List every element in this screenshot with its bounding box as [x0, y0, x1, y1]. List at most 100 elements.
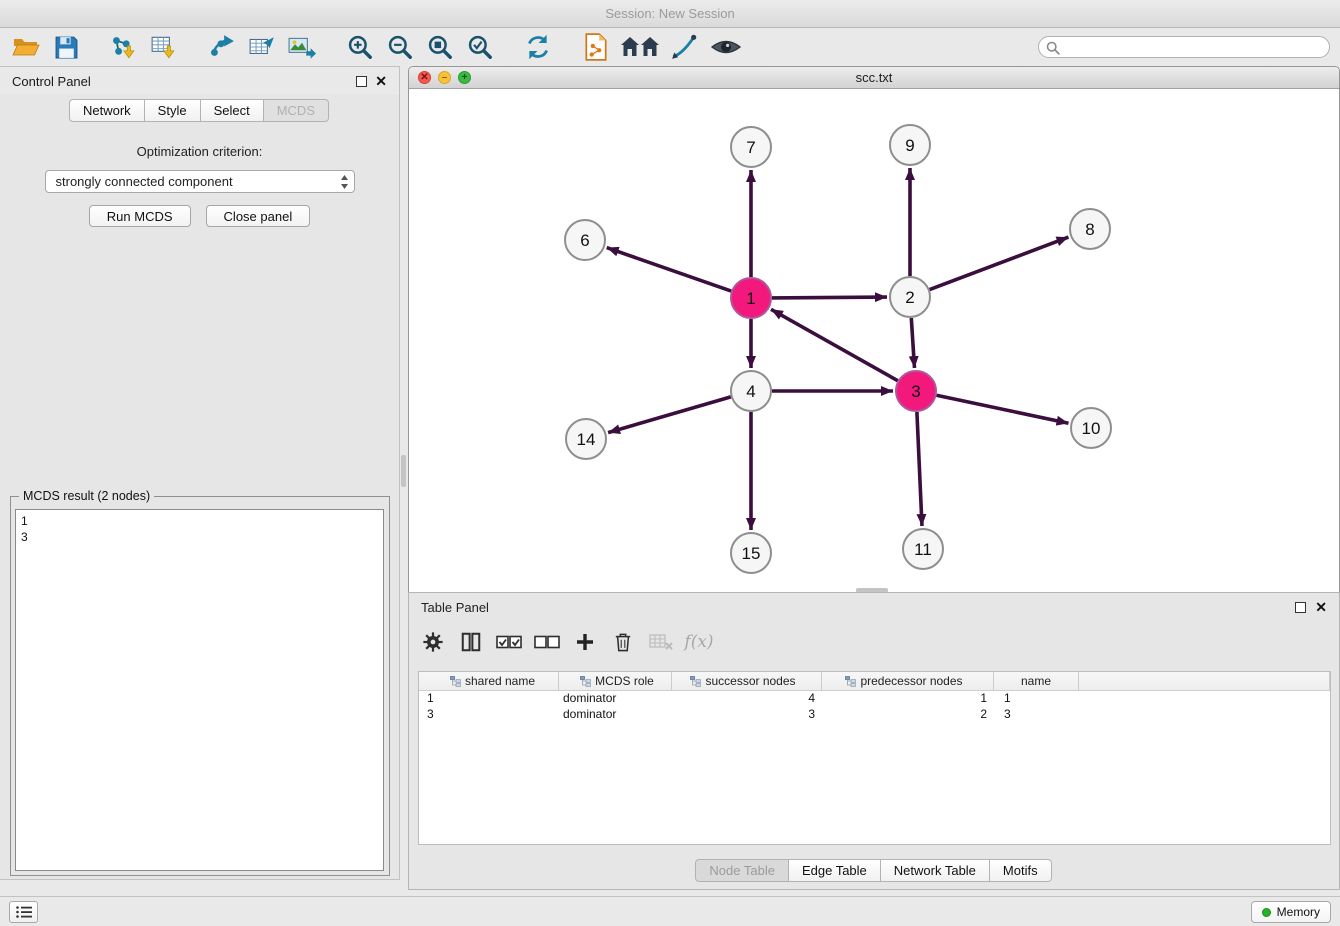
zoom-in-icon[interactable]	[344, 31, 376, 63]
tab-motifs[interactable]: Motifs	[989, 859, 1052, 882]
control-panel-close-icon[interactable]: ✕	[375, 76, 387, 87]
apply-style-icon[interactable]	[668, 31, 700, 63]
attribute-icon	[580, 676, 591, 687]
column-header-filler	[1079, 672, 1330, 690]
graph-node-7[interactable]: 7	[731, 127, 771, 167]
export-image-icon[interactable]	[286, 31, 318, 63]
delete-table-icon-disabled[interactable]	[647, 628, 675, 656]
show-hide-icon[interactable]	[708, 31, 744, 63]
table-panel-float-icon[interactable]	[1295, 602, 1306, 613]
export-table-icon[interactable]	[246, 31, 278, 63]
checked-boxes-glyph	[496, 634, 522, 650]
export-network-icon[interactable]	[206, 31, 238, 63]
column-label: successor nodes	[705, 674, 795, 688]
graph-node-8[interactable]: 8	[1070, 209, 1110, 249]
refresh-icon[interactable]	[522, 31, 554, 63]
import-network-icon[interactable]	[108, 31, 140, 63]
criterion-dropdown[interactable]: strongly connected component	[45, 170, 355, 193]
graph-node-15[interactable]: 15	[731, 533, 771, 573]
show-columns-icon[interactable]	[457, 628, 485, 656]
graph-edge-2-3[interactable]	[911, 318, 914, 368]
vertical-splitter-handle[interactable]	[401, 455, 406, 487]
memory-button[interactable]: Memory	[1251, 901, 1331, 923]
graph-node-1[interactable]: 1	[731, 278, 771, 318]
graph-edge-2-8[interactable]	[930, 237, 1069, 290]
zoom-fit-glyph	[426, 33, 454, 61]
graph-node-14[interactable]: 14	[566, 419, 606, 459]
table-row[interactable]: 3 dominator 3 2 3	[419, 707, 1330, 723]
zoom-out-icon[interactable]	[384, 31, 416, 63]
delete-column-icon[interactable]	[609, 628, 637, 656]
table-row[interactable]: 1 dominator 4 1 1	[419, 691, 1330, 707]
zoom-selected-glyph	[466, 33, 494, 61]
graph-edge-1-6[interactable]	[607, 248, 732, 292]
tab-select[interactable]: Select	[200, 99, 264, 122]
gear-glyph	[422, 631, 444, 653]
import-network-glyph	[110, 33, 138, 61]
save-glyph	[54, 35, 79, 60]
open-folder-glyph	[12, 34, 40, 60]
control-panel-float-icon[interactable]	[356, 76, 367, 87]
task-history-button[interactable]	[9, 901, 38, 923]
graph-node-10[interactable]: 10	[1071, 408, 1111, 448]
graph-node-label: 6	[580, 231, 589, 250]
zoom-in-glyph	[346, 33, 374, 61]
graph-node-11[interactable]: 11	[903, 529, 943, 569]
open-folder-icon[interactable]	[10, 31, 42, 63]
table-toolbar: f(x)	[409, 621, 1339, 663]
unselect-all-icon[interactable]	[533, 628, 561, 656]
status-bar: Memory	[0, 896, 1340, 926]
search-icon	[1046, 41, 1060, 55]
close-panel-button[interactable]: Close panel	[206, 205, 311, 227]
graph-node-3[interactable]: 3	[896, 371, 936, 411]
graph-edge-3-1[interactable]	[771, 309, 898, 380]
table-panel-title: Table Panel	[421, 600, 489, 615]
table-settings-icon[interactable]	[419, 628, 447, 656]
import-table-icon[interactable]	[148, 31, 180, 63]
zoom-fit-icon[interactable]	[424, 31, 456, 63]
column-header-successor-nodes[interactable]: successor nodes	[672, 672, 822, 690]
column-header-shared-name[interactable]: shared name	[419, 672, 559, 690]
cell-predecessor-nodes: 1	[822, 691, 994, 707]
tab-edge-table[interactable]: Edge Table	[788, 859, 881, 882]
graph-node-4[interactable]: 4	[731, 371, 771, 411]
tab-network-table[interactable]: Network Table	[880, 859, 990, 882]
table-panel-close-icon[interactable]: ✕	[1315, 602, 1327, 613]
graph-node-2[interactable]: 2	[890, 277, 930, 317]
column-header-name[interactable]: name	[994, 672, 1079, 690]
tab-network[interactable]: Network	[69, 99, 145, 122]
mcds-result-value: 1	[21, 513, 378, 529]
clipboard-network-icon[interactable]	[580, 31, 612, 63]
network-close-icon[interactable]: ✕	[418, 71, 431, 84]
network-graph[interactable]: 7 9 6 8 1 2 4 3 14 10 15 11	[409, 89, 1339, 592]
zoom-selected-icon[interactable]	[464, 31, 496, 63]
column-header-predecessor-nodes[interactable]: predecessor nodes	[822, 672, 994, 690]
network-minimize-icon[interactable]: –	[438, 71, 451, 84]
save-session-icon[interactable]	[50, 31, 82, 63]
graph-node-label: 4	[746, 382, 755, 401]
search-box	[1038, 36, 1330, 58]
export-image-glyph	[288, 33, 316, 61]
graph-node-label: 8	[1085, 220, 1094, 239]
home-network-icon[interactable]	[620, 31, 660, 63]
table-panel-tabs: Node Table Edge Table Network Table Moti…	[409, 859, 1339, 882]
graph-edge-4-14[interactable]	[608, 397, 731, 433]
select-all-icon[interactable]	[495, 628, 523, 656]
add-column-icon[interactable]	[571, 628, 599, 656]
network-zoom-icon[interactable]: +	[458, 71, 471, 84]
tab-node-table[interactable]: Node Table	[695, 859, 789, 882]
graph-edge-3-10[interactable]	[937, 395, 1069, 423]
tab-style[interactable]: Style	[144, 99, 201, 122]
clipboard-network-glyph	[583, 33, 609, 61]
graph-edge-3-11[interactable]	[917, 412, 922, 526]
column-header-mcds-role[interactable]: MCDS role	[559, 672, 672, 690]
function-builder-icon[interactable]: f(x)	[685, 628, 713, 656]
graph-edge-1-2[interactable]	[772, 297, 887, 298]
search-input[interactable]	[1039, 37, 1329, 57]
run-mcds-button[interactable]: Run MCDS	[89, 205, 191, 227]
graph-node-9[interactable]: 9	[890, 125, 930, 165]
column-label: predecessor nodes	[860, 674, 962, 688]
graph-node-6[interactable]: 6	[565, 220, 605, 260]
tab-mcds[interactable]: MCDS	[263, 99, 329, 122]
attribute-icon	[690, 676, 701, 687]
